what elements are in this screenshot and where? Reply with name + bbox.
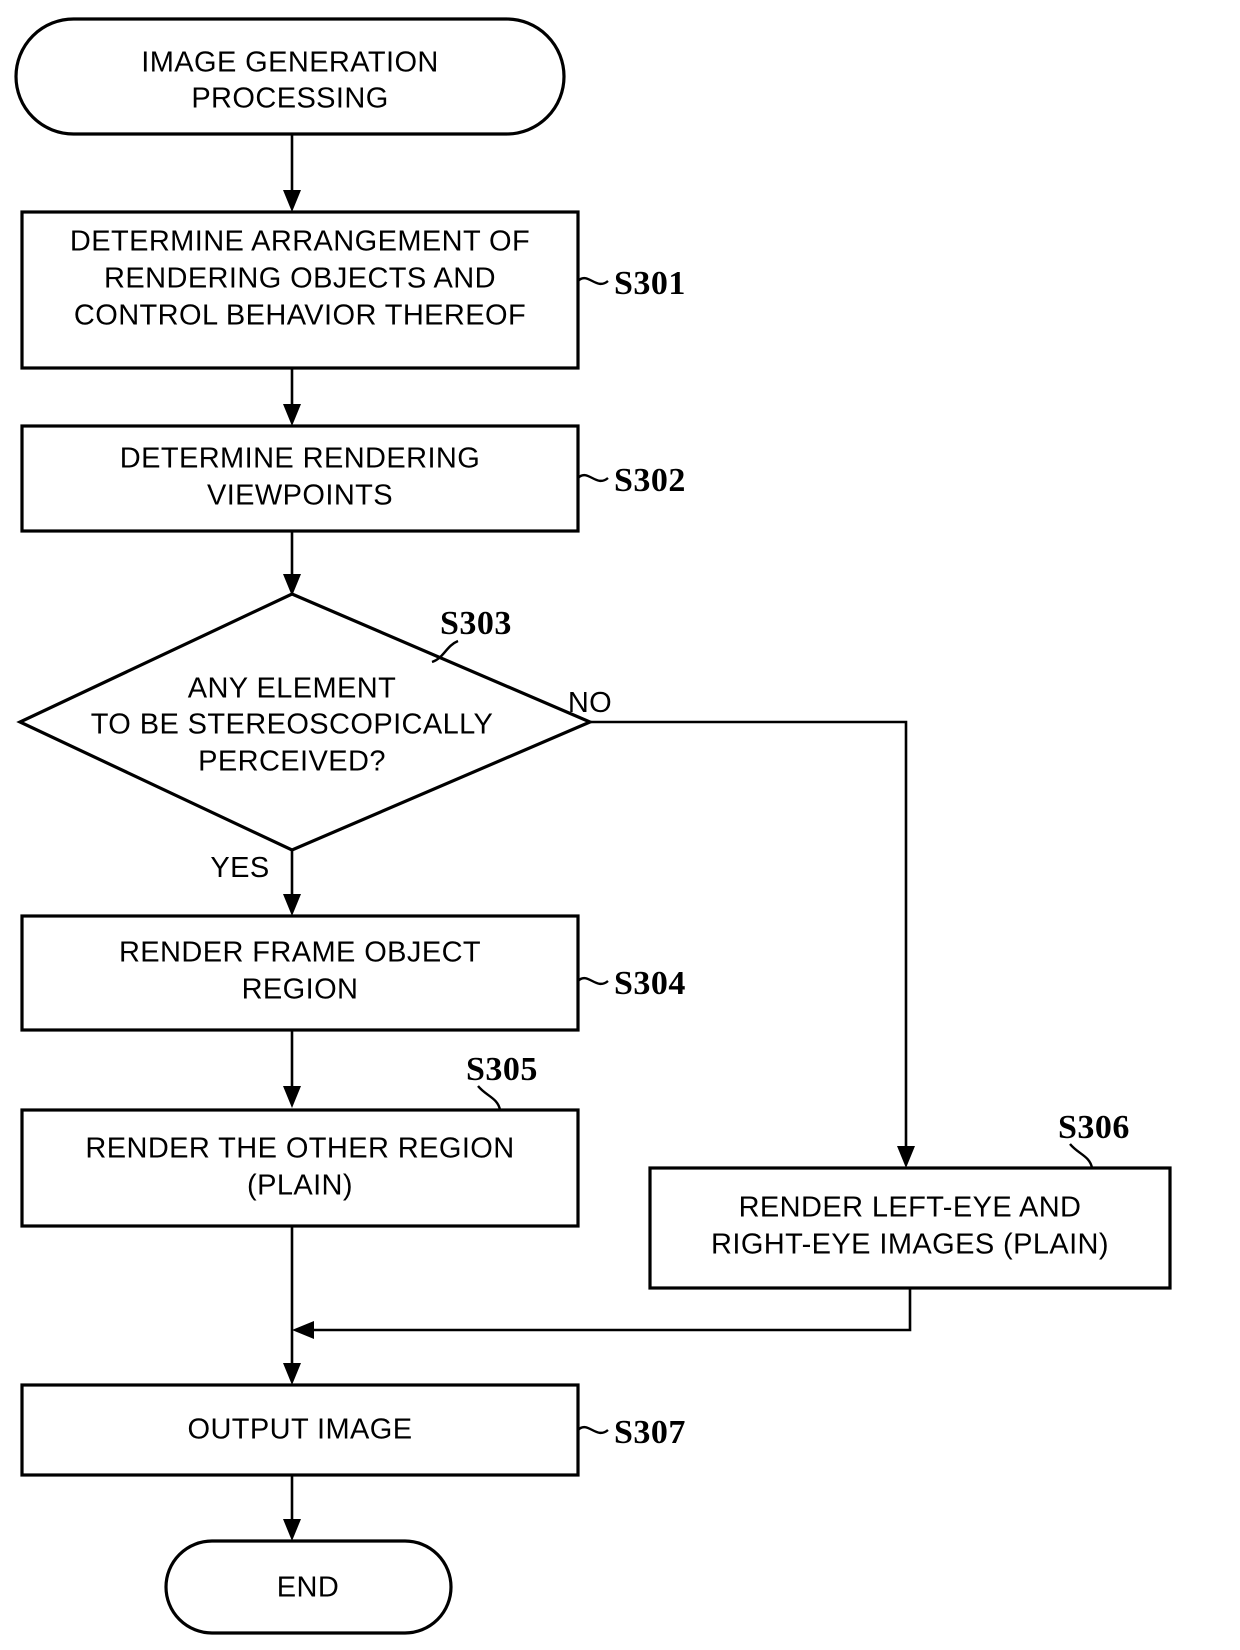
s301-label-line1: DETERMINE ARRANGEMENT OF <box>70 226 530 258</box>
s302-step-label: S302 <box>614 462 686 499</box>
s307-step-label: S307 <box>614 1414 686 1451</box>
node-s306: RENDER LEFT-EYE AND RIGHT-EYE IMAGES (PL… <box>648 1166 1172 1290</box>
node-s307: OUTPUT IMAGE <box>20 1383 580 1477</box>
connector-s307-to-end <box>283 1475 301 1541</box>
connector-s303-yes-to-s304 <box>283 850 301 916</box>
s303-label-line1: ANY ELEMENT <box>188 673 397 705</box>
s302-label-line1: DETERMINE RENDERING <box>120 443 480 475</box>
s303-step-callout: S303 <box>431 605 512 664</box>
s303-step-label: S303 <box>440 605 512 642</box>
connector-start-to-s301 <box>283 134 301 212</box>
start-label-line1: IMAGE GENERATION <box>141 47 439 79</box>
s306-label-line1: RENDER LEFT-EYE AND <box>739 1192 1082 1224</box>
s303-no-label: NO <box>568 687 612 719</box>
end-label: END <box>277 1572 339 1604</box>
flowchart-svg: IMAGE GENERATION PROCESSING DETERMINE AR… <box>14 17 1172 1635</box>
connector-s305-to-s307 <box>283 1226 301 1385</box>
s304-label-line1: RENDER FRAME OBJECT <box>119 937 481 969</box>
s304-step-label: S304 <box>614 965 686 1002</box>
connector-s303-no-to-s306 <box>590 720 915 1168</box>
s305-label-line1: RENDER THE OTHER REGION <box>85 1133 514 1165</box>
s301-step-callout: S301 <box>577 265 686 302</box>
s304-label-line2: REGION <box>242 974 359 1006</box>
s305-step-label: S305 <box>466 1051 538 1088</box>
connector-s302-to-s303 <box>283 531 301 596</box>
connector-s304-to-s305 <box>283 1030 301 1108</box>
node-s304: RENDER FRAME OBJECT REGION <box>20 914 580 1032</box>
node-s301: DETERMINE ARRANGEMENT OF RENDERING OBJEC… <box>20 210 580 370</box>
connector-s306-to-merge <box>292 1288 912 1339</box>
s307-step-callout: S307 <box>577 1414 686 1451</box>
s302-step-callout: S302 <box>577 462 686 499</box>
s304-step-callout: S304 <box>577 965 686 1002</box>
node-s305: RENDER THE OTHER REGION (PLAIN) <box>20 1108 580 1228</box>
s302-label-line2: VIEWPOINTS <box>207 480 393 512</box>
s305-process-shape <box>20 1108 580 1228</box>
s303-label-line2: TO BE STEREOSCOPICALLY <box>91 709 494 741</box>
s303-label-line3: PERCEIVED? <box>198 746 386 778</box>
s303-yes-label: YES <box>210 852 269 884</box>
s305-step-callout: S305 <box>466 1051 538 1111</box>
s305-label-line2: (PLAIN) <box>247 1170 353 1202</box>
s301-label-line2: RENDERING OBJECTS AND <box>104 263 496 295</box>
s306-step-callout: S306 <box>1058 1109 1130 1169</box>
start-label-line2: PROCESSING <box>191 83 388 115</box>
s301-label-line3: CONTROL BEHAVIOR THEREOF <box>74 300 526 332</box>
node-start: IMAGE GENERATION PROCESSING <box>14 17 566 136</box>
s306-step-label: S306 <box>1058 1109 1130 1146</box>
s307-label-line1: OUTPUT IMAGE <box>187 1414 412 1446</box>
s301-step-label: S301 <box>614 265 686 302</box>
flowchart-canvas: IMAGE GENERATION PROCESSING DETERMINE AR… <box>0 0 1240 1650</box>
node-s302: DETERMINE RENDERING VIEWPOINTS <box>20 424 580 533</box>
s306-label-line2: RIGHT-EYE IMAGES (PLAIN) <box>711 1229 1109 1261</box>
connector-s301-to-s302 <box>283 368 301 426</box>
node-end: END <box>164 1539 453 1635</box>
